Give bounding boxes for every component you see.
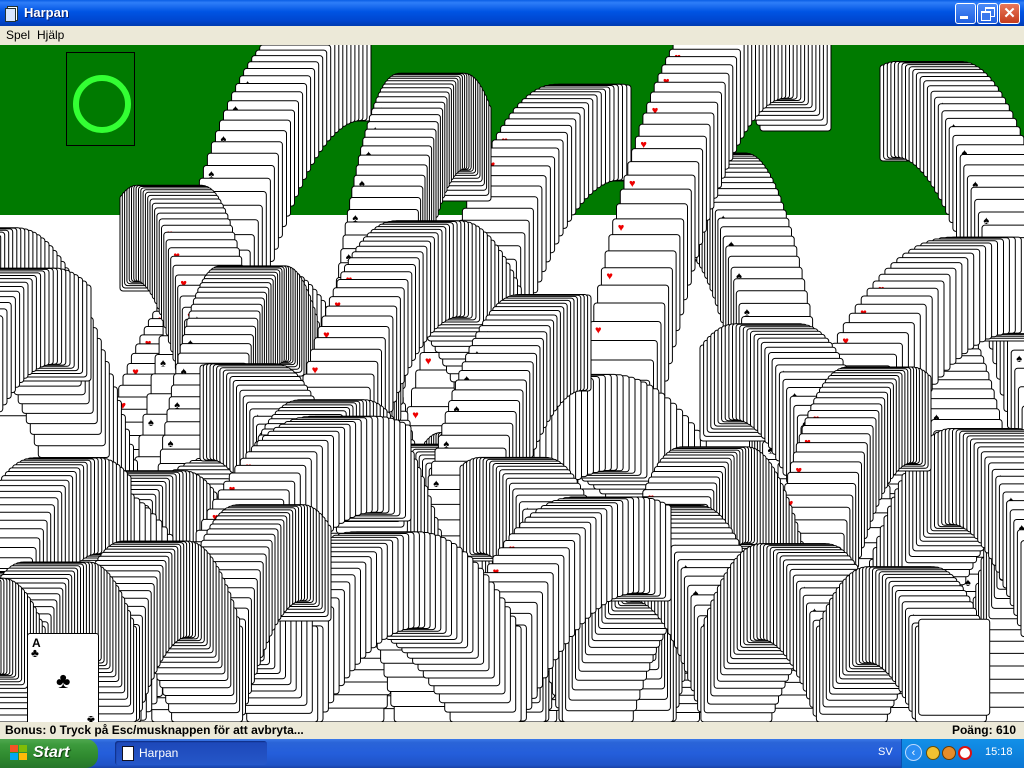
status-bonus-text: Bonus: 0 Tryck på Esc/musknappen för att… (5, 723, 304, 737)
card-trail-suit-icon: ♠ (433, 478, 439, 490)
card-trail-suit-icon: ♥ (629, 178, 636, 190)
restore-icon-front (981, 11, 991, 21)
solitaire-app-icon (5, 5, 19, 22)
card-trail-suit-icon: ♥ (606, 271, 613, 283)
game-area[interactable]: ♥♥♥♥♥♥♥♥♥♥♥♥♥♥♥♥♥♥♥♥♥♥♥♥♥♥♥♥♥♥♥♥♥♥♥♥♥♥♥♥… (0, 45, 1024, 722)
taskbar: Start Harpan SV ‹ 15:18 (0, 739, 1024, 768)
clubs-suit-icon-bottom: ♣ (87, 713, 95, 722)
taskbar-item-label: Harpan (139, 746, 179, 760)
start-label: Start (33, 744, 70, 761)
windows-logo-icon (10, 745, 28, 762)
security-tray-icon[interactable] (958, 746, 972, 760)
card-trail-suit-icon: ♠ (1016, 353, 1022, 365)
card-trail-suit-icon: ♥ (425, 356, 432, 368)
menu-spel[interactable]: Spel (6, 28, 30, 42)
close-icon: ✕ (1003, 5, 1016, 22)
system-tray: ‹ 15:18 (901, 739, 1024, 768)
minimize-icon (960, 16, 968, 19)
card-trail-suit-icon: ♠ (148, 417, 154, 429)
card-trail-suit-icon: ♥ (618, 222, 625, 234)
clock[interactable]: 15:18 (985, 746, 1013, 758)
menu-hjalp[interactable]: Hjälp (37, 28, 64, 42)
status-bar: Bonus: 0 Tryck på Esc/musknappen för att… (0, 722, 1024, 739)
card-trail-rect (0, 315, 4, 413)
taskbar-item-harpan[interactable]: Harpan (115, 741, 267, 765)
card-trail-rect (918, 618, 991, 716)
card-trail-rect (0, 579, 2, 676)
clubs-suit-icon: ♣ (31, 646, 39, 660)
title-bar[interactable]: Harpan ✕ (0, 0, 1024, 26)
window-title: Harpan (24, 5, 69, 20)
solitaire-task-icon (122, 746, 134, 761)
card-trail-suit-icon: ♠ (160, 358, 166, 370)
volume-tray-icon[interactable] (942, 746, 956, 760)
playing-card-ace-of-clubs: A ♣ ♣ ♣ (27, 633, 99, 722)
show-hidden-icons-chevron-icon[interactable]: ‹ (905, 744, 922, 761)
status-score: Poäng: 610 (951, 723, 1016, 737)
card-trail-suit-icon: ♥ (595, 325, 602, 337)
bouncing-cards-trail: ♥♥♥♥♥♥♥♥♥♥♥♥♥♥♥♥♥♥♥♥♥♥♥♥♥♥♥♥♥♥♥♥♥♥♥♥♥♥♥♥… (0, 45, 1024, 722)
card-trail-suit-icon: ♠ (168, 438, 174, 450)
network-tray-icon[interactable] (926, 746, 940, 760)
card-trail-suit-icon: ♥ (412, 410, 419, 422)
language-indicator[interactable]: SV (878, 746, 893, 758)
menu-bar: Spel Hjälp (0, 26, 1024, 45)
clubs-center-icon: ♣ (56, 668, 71, 693)
start-button[interactable]: Start (0, 739, 98, 768)
minimize-button[interactable] (955, 3, 976, 24)
restore-button[interactable] (977, 3, 998, 24)
close-button[interactable]: ✕ (999, 3, 1020, 24)
